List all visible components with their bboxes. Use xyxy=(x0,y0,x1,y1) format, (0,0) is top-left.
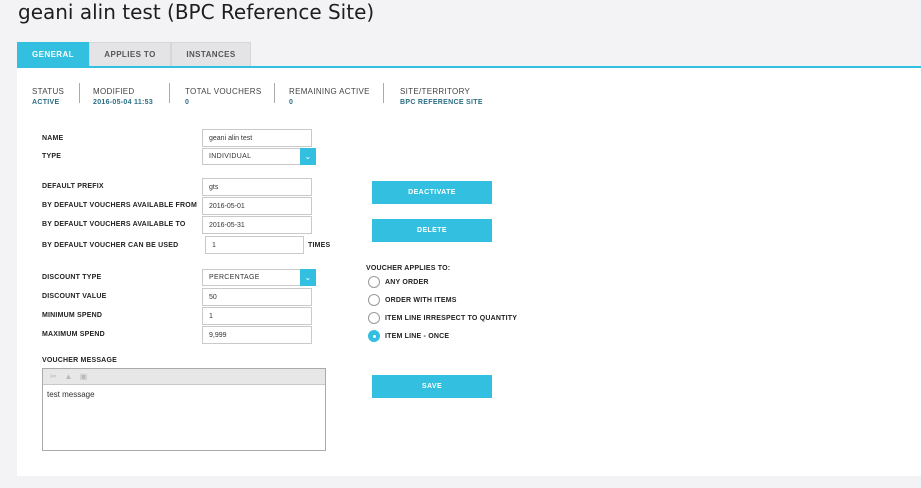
applies-to-option-order-with-items[interactable]: ORDER WITH ITEMS xyxy=(368,294,457,306)
stat-status-value: ACTIVE xyxy=(32,99,60,106)
paste-icon[interactable]: ▣ xyxy=(79,372,88,381)
cut-icon[interactable]: ✂ xyxy=(49,372,58,381)
stat-site-territory: SITE/TERRITORY BPC REFERENCE SITE xyxy=(400,87,483,106)
chevron-down-icon[interactable]: ⌄ xyxy=(300,269,316,286)
tab-applies-to[interactable]: APPLIES TO xyxy=(89,42,171,66)
default-prefix-label: DEFAULT PREFIX xyxy=(42,183,104,190)
copy-icon[interactable]: ▲ xyxy=(64,372,73,381)
times-label: TIMES xyxy=(308,242,331,249)
radio-button[interactable] xyxy=(368,294,380,306)
option-label: ANY ORDER xyxy=(385,278,429,286)
delete-button[interactable]: DELETE xyxy=(372,219,492,242)
discount-type-label: DISCOUNT TYPE xyxy=(42,274,102,281)
voucher-message-label: VOUCHER MESSAGE xyxy=(42,357,117,364)
tab-general[interactable]: GENERAL xyxy=(17,42,89,66)
editor-toolbar: ✂ ▲ ▣ xyxy=(43,369,325,385)
stat-total-vouchers-label: TOTAL VOUCHERS xyxy=(185,87,262,96)
available-to-field[interactable]: 2016-05-31 xyxy=(202,216,312,234)
type-select[interactable]: INDIVIDUAL ⌄ xyxy=(202,148,316,165)
deactivate-button[interactable]: DEACTIVATE xyxy=(372,181,492,204)
divider xyxy=(274,83,275,103)
voucher-message-editor[interactable]: ✂ ▲ ▣ test message xyxy=(42,368,326,451)
divider xyxy=(79,83,80,103)
discount-type-select-value: PERCENTAGE xyxy=(209,274,260,281)
available-from-field[interactable]: 2016-05-01 xyxy=(202,197,312,215)
stat-modified-value: 2016-05-04 11:53 xyxy=(93,99,154,106)
name-label: NAME xyxy=(42,135,64,142)
stat-remaining-active-value: 0 xyxy=(289,99,294,106)
type-select-value: INDIVIDUAL xyxy=(209,153,252,160)
option-label: ITEM LINE - ONCE xyxy=(385,332,450,340)
applies-to-option-item-line-once[interactable]: ITEM LINE - ONCE xyxy=(368,330,449,342)
option-label: ORDER WITH ITEMS xyxy=(385,296,457,304)
stat-remaining-active-label: REMAINING ACTIVE xyxy=(289,87,370,96)
applies-to-option-item-line-irrespect[interactable]: ITEM LINE IRRESPECT TO QUANTITY xyxy=(368,312,517,324)
radio-button[interactable] xyxy=(368,276,380,288)
stat-modified-label: MODIFIED xyxy=(93,87,135,96)
page-title: geani alin test (BPC Reference Site) xyxy=(18,0,375,24)
minimum-spend-field[interactable]: 1 xyxy=(202,307,312,325)
chevron-down-icon[interactable]: ⌄ xyxy=(300,148,316,165)
name-field[interactable]: geani alin test xyxy=(202,129,312,147)
applies-to-label: VOUCHER APPLIES TO: xyxy=(366,265,451,272)
stat-status-label: STATUS xyxy=(32,87,65,96)
type-label: TYPE xyxy=(42,153,62,160)
discount-value-label: DISCOUNT VALUE xyxy=(42,293,107,300)
stat-modified: MODIFIED 2016-05-04 11:53 xyxy=(93,87,153,106)
default-prefix-field[interactable]: gts xyxy=(202,178,312,196)
radio-button[interactable] xyxy=(368,312,380,324)
maximum-spend-label: MAXIMUM SPEND xyxy=(42,331,105,338)
stat-status: STATUS ACTIVE xyxy=(32,87,64,106)
can-be-used-label: BY DEFAULT VOUCHER CAN BE USED xyxy=(42,242,179,249)
option-label: ITEM LINE IRRESPECT TO QUANTITY xyxy=(385,314,518,322)
save-button[interactable]: SAVE xyxy=(372,375,492,398)
stat-total-vouchers: TOTAL VOUCHERS 0 xyxy=(185,87,262,106)
stat-remaining-active: REMAINING ACTIVE 0 xyxy=(289,87,370,106)
can-be-used-field[interactable]: 1 xyxy=(205,236,304,254)
general-panel: STATUS ACTIVE MODIFIED 2016-05-04 11:53 … xyxy=(17,68,921,476)
discount-value-field[interactable]: 50 xyxy=(202,288,312,306)
stat-site-label: SITE/TERRITORY xyxy=(400,87,471,96)
radio-button-checked[interactable] xyxy=(368,330,380,342)
minimum-spend-label: MINIMUM SPEND xyxy=(42,312,103,319)
discount-type-select[interactable]: PERCENTAGE ⌄ xyxy=(202,269,316,286)
voucher-message-text[interactable]: test message xyxy=(43,385,325,404)
maximum-spend-field[interactable]: 9,999 xyxy=(202,326,312,344)
tab-bar: GENERAL APPLIES TO INSTANCES xyxy=(17,42,251,66)
stat-site-value: BPC REFERENCE SITE xyxy=(400,99,483,106)
applies-to-option-any-order[interactable]: ANY ORDER xyxy=(368,276,429,288)
divider xyxy=(169,83,170,103)
available-to-label: BY DEFAULT VOUCHERS AVAILABLE TO xyxy=(42,221,186,228)
tab-instances[interactable]: INSTANCES xyxy=(171,42,251,66)
stat-total-vouchers-value: 0 xyxy=(185,99,190,106)
divider xyxy=(383,83,384,103)
available-from-label: BY DEFAULT VOUCHERS AVAILABLE FROM xyxy=(42,202,197,209)
